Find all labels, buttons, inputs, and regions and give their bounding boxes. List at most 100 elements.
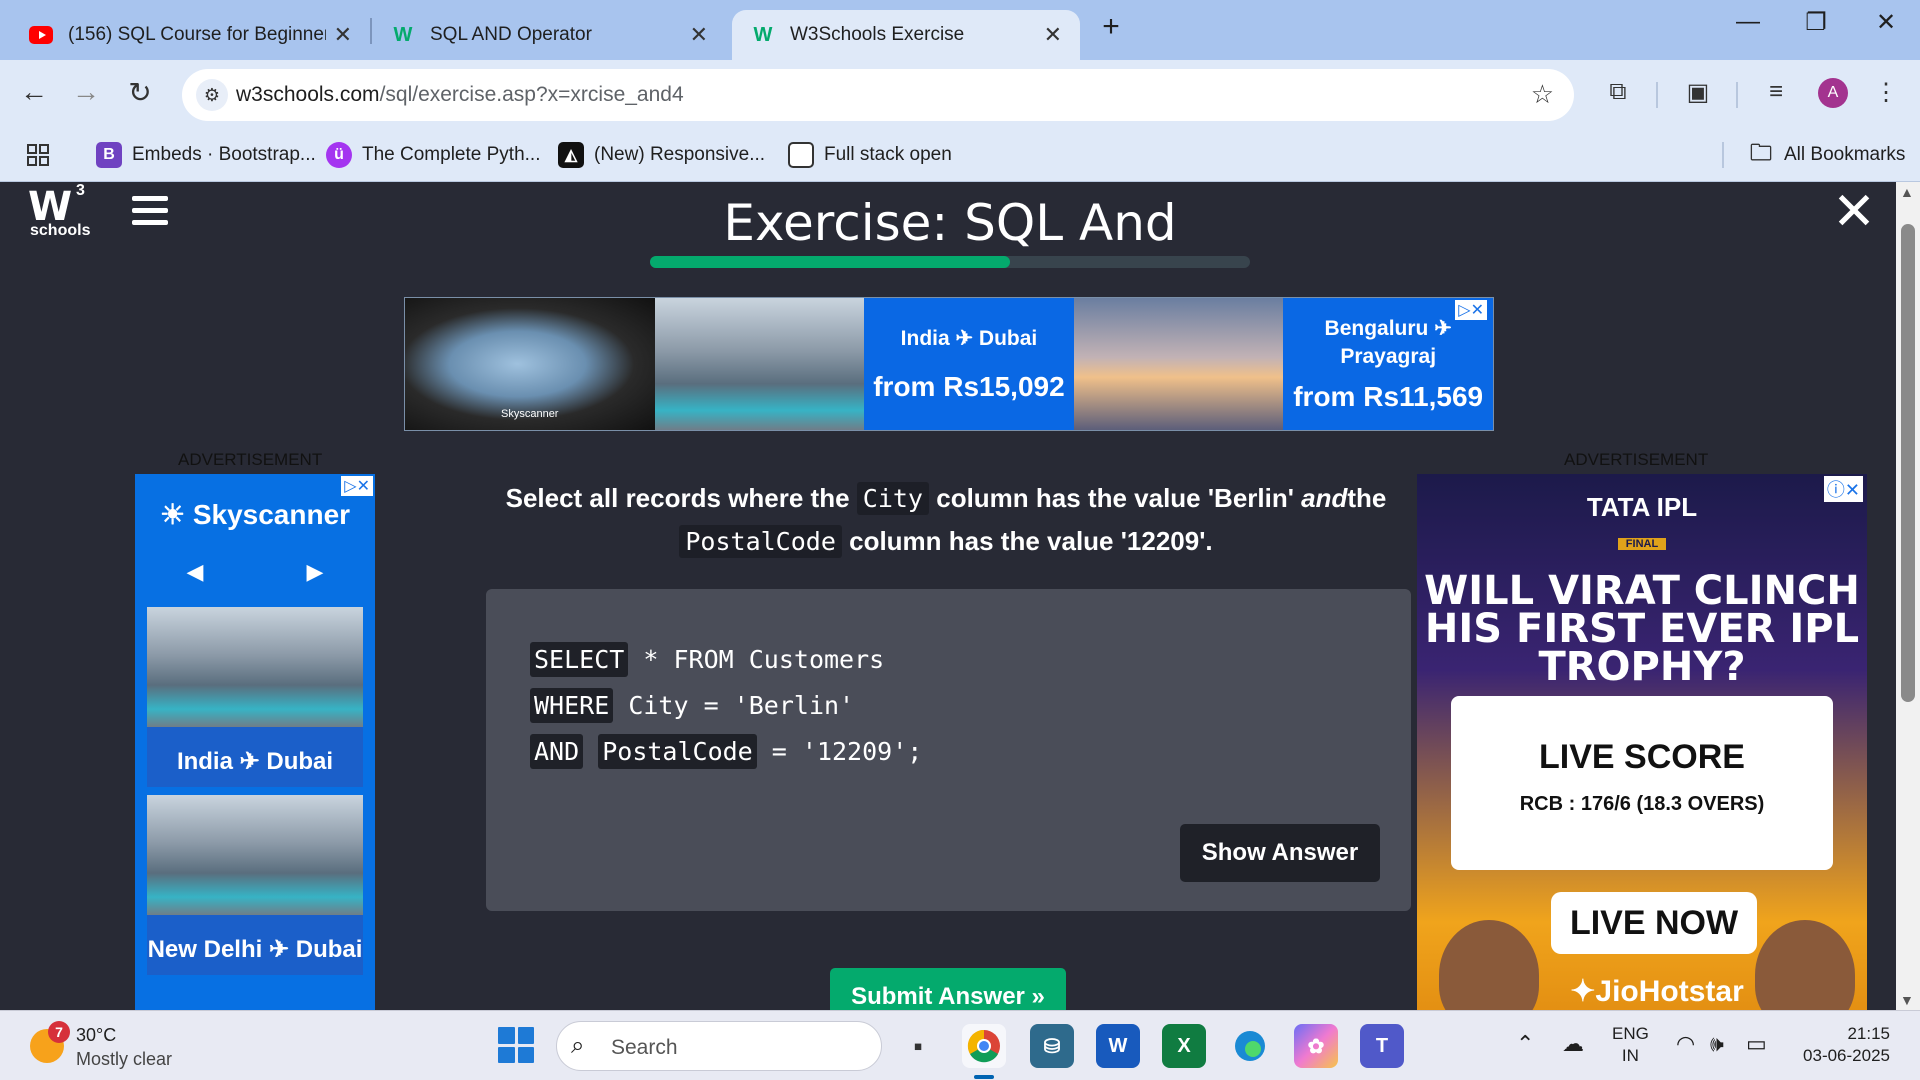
toolbar-separator [1656,82,1658,108]
mysql-workbench-icon[interactable]: ⛁ [1030,1024,1074,1068]
ad-next-icon[interactable]: ▶ [307,559,324,585]
task-view-icon[interactable]: ▪ [896,1024,940,1068]
menu-icon[interactable]: ⋮ [1868,78,1904,107]
jiohotstar-logo: ✦JioHotstar [1570,975,1744,1008]
ad-plane-wing-image [1073,298,1284,430]
code-line-2: WHERE City = 'Berlin' [530,683,922,729]
player-image [1755,920,1855,1010]
language-indicator[interactable]: ENG IN [1612,1023,1649,1067]
close-tab-icon[interactable]: ✕ [1044,22,1062,48]
advertisement-label: ADVERTISEMENT [1564,450,1709,469]
ad-dubai-image [147,795,363,915]
cast-icon[interactable]: ▣ [1680,78,1716,107]
chrome-icon[interactable] [962,1024,1006,1068]
ad-choices-icon[interactable]: ▷✕ [341,476,373,496]
close-exercise-icon[interactable]: ✕ [1824,182,1884,242]
bookmark-label: All Bookmarks [1784,144,1906,165]
reload-icon[interactable]: ↻ [120,76,160,109]
teams-icon[interactable]: T [1360,1024,1404,1068]
ad-choices-icon[interactable]: ▷✕ [1455,300,1487,320]
volume-icon[interactable]: 🕪 [1710,1031,1724,1057]
windows-taskbar: 7 30°C Mostly clear ⌕ Search ▪ ⛁ W X ✿ T… [0,1010,1920,1080]
w3schools-icon: W [393,23,413,46]
bookmark-responsive[interactable]: ◭ (New) Responsive... [558,140,765,170]
back-icon[interactable]: ← [14,76,54,108]
ad-headline: WILL VIRAT CLINCH HIS FIRST EVER IPL TRO… [1424,568,1860,690]
ad-airplane-window-image: Skyscanner [405,298,655,430]
active-app-indicator [974,1075,994,1079]
top-banner-ad[interactable]: Skyscanner India ✈ Dubai from Rs15,092 B… [404,297,1494,431]
scrollbar-thumb[interactable] [1901,224,1915,702]
folder-icon: 🗀 [1749,140,1772,165]
bookmarks-bar: B Embeds · Bootstrap... ü The Complete P… [0,130,1920,182]
profile-avatar[interactable]: A [1818,78,1848,108]
exercise-progress-bar [650,256,1250,268]
all-bookmarks[interactable]: 🗀 All Bookmarks [1748,140,1905,170]
left-skyscanner-ad[interactable]: ▷✕ ☀ Skyscanner ◀ ▶ India ✈ Dubai New De… [135,474,375,1010]
system-clock[interactable]: 21:15 03-06-2025 [1790,1023,1890,1067]
scroll-up-icon[interactable]: ▲ [1900,184,1914,200]
w3schools-logo[interactable]: W 3 schools [28,182,90,244]
address-bar[interactable]: ⚙ w3schools.com/sql/exercise.asp?x=xrcis… [182,69,1574,121]
battery-icon[interactable]: ▭ [1746,1031,1767,1057]
close-window-icon[interactable]: ✕ [1866,8,1906,37]
ipl-logo: TATA IPL FINAL [1586,492,1698,550]
site-info-icon[interactable]: ⚙ [196,79,228,111]
codepen-icon: ◭ [558,142,584,168]
bookmark-python[interactable]: ü The Complete Pyth... [326,140,540,170]
edge-icon[interactable] [1228,1024,1272,1068]
ad-choices-icon[interactable]: ⓘ✕ [1823,476,1863,502]
bootstrap-icon: B [96,142,122,168]
ad-prev-icon[interactable]: ◀ [187,559,204,585]
answer-blank[interactable]: SELECT [530,642,629,677]
show-hidden-icons[interactable]: ⌃ [1516,1031,1534,1057]
progress-fill [650,256,1010,268]
tab-sql-and[interactable]: W SQL AND Operator ✕ [372,10,726,60]
tab-youtube[interactable]: (156) SQL Course for Beginners ✕ [10,10,370,60]
close-tab-icon[interactable]: ✕ [334,22,352,48]
show-answer-button[interactable]: Show Answer [1180,824,1380,882]
bookmark-label: Full stack open [824,144,952,165]
page-scrollbar[interactable]: ▲ ▼ [1896,182,1920,1010]
onedrive-icon[interactable]: ☁ [1562,1031,1584,1057]
minimize-icon[interactable]: — [1728,8,1768,36]
bookmark-fullstack[interactable]: Full stack open [788,140,952,170]
taskbar-search[interactable]: ⌕ Search [556,1021,882,1071]
bookmark-label: (New) Responsive... [594,144,766,165]
new-tab-button[interactable]: + [1096,10,1126,44]
right-ipl-ad[interactable]: ⓘ✕ TATA IPL FINAL WILL VIRAT CLINCH HIS … [1417,474,1867,1010]
code-editor: SELECT * FROM Customers WHERE City = 'Be… [486,589,1411,911]
hamburger-menu-icon[interactable] [132,196,168,226]
extensions-icon[interactable]: ⧉ [1600,78,1636,106]
media-icon[interactable]: ≡ [1758,78,1794,106]
bookmark-bootstrap[interactable]: B Embeds · Bootstrap... [96,140,316,170]
submit-answer-button[interactable]: Submit Answer » [830,968,1066,1010]
live-now-button[interactable]: LIVE NOW [1551,892,1757,954]
ad-dubai-city-image [654,298,865,430]
bookmark-star-icon[interactable]: ☆ [1531,79,1554,110]
answer-blank[interactable]: PostalCode [598,734,757,769]
apps-icon[interactable] [26,140,50,170]
excel-icon[interactable]: X [1162,1024,1206,1068]
weather-widget[interactable]: 7 30°C Mostly clear [24,1021,214,1071]
url-text: w3schools.com/sql/exercise.asp?x=xrcise_… [236,83,684,106]
answer-blank[interactable]: AND [530,734,584,769]
answer-blank[interactable]: WHERE [530,688,614,723]
bookmark-label: Embeds · Bootstrap... [132,144,316,165]
word-icon[interactable]: W [1096,1024,1140,1068]
ad-card[interactable]: New Delhi ✈ Dubai [147,795,363,975]
scroll-down-icon[interactable]: ▼ [1900,992,1914,1008]
close-tab-icon[interactable]: ✕ [690,22,708,48]
tab-w3schools-exercise[interactable]: W W3Schools Exercise ✕ [732,10,1080,60]
page-title: Exercise: SQL And [723,194,1177,252]
restore-icon[interactable]: ❐ [1796,8,1836,37]
forward-icon[interactable]: → [66,76,106,108]
bookmark-separator [1722,142,1724,168]
tab-strip: (156) SQL Course for Beginners ✕ W SQL A… [0,0,1920,60]
copilot-icon[interactable]: ✿ [1294,1024,1338,1068]
windows-start-icon[interactable] [498,1027,534,1063]
wifi-icon[interactable]: ◠ [1676,1031,1695,1057]
player-image [1439,920,1539,1010]
skyscanner-logo: ☀ Skyscanner [159,499,351,530]
ad-card[interactable]: India ✈ Dubai [147,607,363,787]
